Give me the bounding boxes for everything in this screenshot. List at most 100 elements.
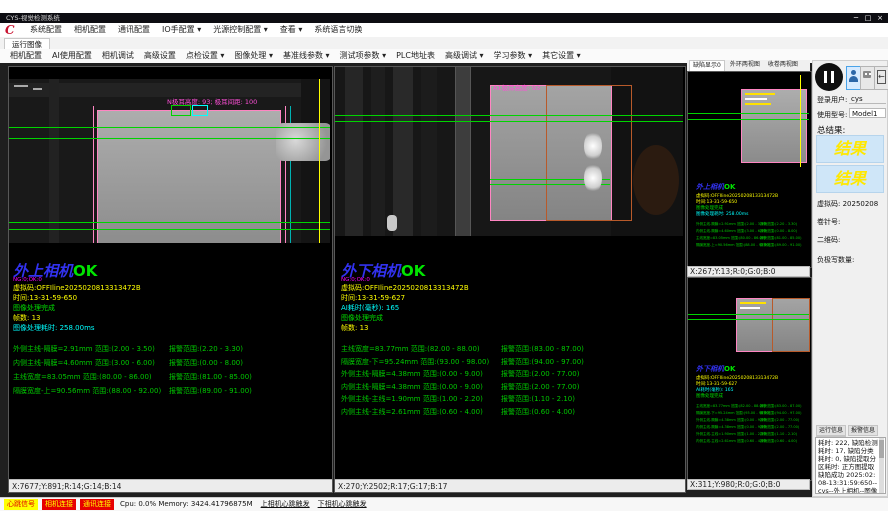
camera1-code: 虚拟码:OFFIline2025020813313472B — [13, 283, 141, 293]
measurement-value: 隔膜宽度-下=95.24mm 范围:(93.00 - 98.00) — [341, 357, 489, 367]
measure-line-green — [9, 138, 330, 139]
tool-baseline-params[interactable]: 基准线参数 ▾ — [283, 49, 330, 63]
measurement-row: 内侧主线-隔膜=4.60mm 范围:(3.00 - 6.00) 报警范围:(0.… — [9, 358, 332, 368]
menu-item-light-config[interactable]: 光源控制配置 ▾ — [213, 23, 268, 37]
preview1-panel[interactable]: 外上相机OK 虚拟码:OFFIline2025020813313472B 时间:… — [687, 71, 812, 268]
menu-item-camera-config[interactable]: 相机配置 — [74, 23, 106, 37]
measurement-value: 外侧主线-隔膜=4.38mm 范围:(0.00 - 9.00) — [341, 369, 483, 379]
roi-box-cyan — [192, 105, 208, 116]
preview2-panel[interactable]: 外下相机OK 虚拟码:OFFIline2025020813313472B 时间:… — [687, 277, 812, 481]
tool-plc-address-table[interactable]: PLC地址表 — [396, 49, 435, 63]
measurement-row: 主线宽度=83.77mm 范围:(82.00 - 88.00) 报警范围:(83… — [335, 344, 685, 354]
preview-tab-outer-views[interactable]: 外环两视图 — [727, 60, 763, 70]
measurement-value: 外侧主线-隔膜=2.91mm 范围:(2.00 - 3.50) — [13, 344, 155, 354]
camera1-done: 图像处理完成 — [13, 303, 55, 313]
menu-item-view[interactable]: 查看 ▾ — [280, 23, 303, 37]
needle-number-label: 卷针号: — [817, 217, 840, 227]
status-bar: 心跳信号 相机连接 通讯连接 Cpu: 0.0% Memory: 3424.41… — [0, 497, 888, 511]
tool-spot-check[interactable]: 点检设置 ▾ — [186, 49, 225, 63]
measurement-alarm-range: 报警范围:(2.00 - 77.00) — [760, 425, 799, 430]
measurement-alarm-range: 报警范围:(1.10 - 2.10) — [501, 394, 575, 404]
preview-tab-rewind-views[interactable]: 收卷两视图 — [765, 60, 801, 70]
lower-camera-heartbeat-link[interactable]: 下相机心跳触发 — [318, 498, 367, 511]
preview-tab-defect-display[interactable]: 缺陷显示0 — [689, 60, 725, 71]
measurement-alarm-range: 报警范围:(2.00 - 77.00) — [760, 418, 799, 423]
minimize-icon[interactable]: ─ — [850, 13, 862, 23]
maximize-icon[interactable]: □ — [862, 13, 874, 23]
result-box-2: 结果 — [816, 165, 884, 193]
menu-item-system-config[interactable]: 系统配置 — [30, 23, 62, 37]
tool-ai-use-config[interactable]: AI使用配置 — [52, 49, 92, 63]
measurement-alarm-range: 报警范围:(83.00 - 87.00) — [760, 404, 801, 409]
camera2-ai-elapsed: AI耗时(毫秒): 165 — [341, 303, 399, 313]
tool-other-settings[interactable]: 其它设置 ▾ — [542, 49, 581, 63]
logout-button[interactable]: ← — [874, 66, 888, 90]
robot-button[interactable] — [860, 66, 875, 90]
measurement-value: 主线宽度=83.05mm 范围:(80.00 - 86.00) — [696, 236, 765, 241]
measurement-row: 外侧主线-隔膜=4.38mm 范围:(0.00 - 9.00) 报警范围:(2.… — [335, 369, 685, 379]
pause-icon — [824, 71, 827, 83]
measure-line-green — [335, 121, 683, 122]
run-log-textbox[interactable]: 耗时: 222, 缺陷检测耗时: 17, 缺陷分类耗时: 0, 缺陷提取分区耗时… — [815, 437, 886, 494]
machine-column — [301, 79, 330, 243]
virtual-code-label: 虚拟码: 20250208 — [817, 199, 878, 209]
qrcode-label: 二维码: — [817, 235, 840, 245]
measurement-alarm-range: 报警范围:(83.00 - 87.00) — [501, 344, 584, 354]
camera2-ok-status: OK — [724, 365, 735, 373]
machine-column — [345, 67, 363, 236]
camera2-pixel-status: X:270;Y:2502;R:17;G:17;B:17 — [335, 479, 685, 492]
measurement-alarm-range: 报警范围:(94.00 - 97.00) — [501, 357, 584, 367]
measurement-alarm-range: 报警范围:(2.00 - 77.00) — [501, 382, 579, 392]
user-icon — [851, 70, 856, 75]
camera-connection-badge: 相机连接 — [42, 499, 76, 510]
menu-item-comm-config[interactable]: 通讯配置 — [118, 23, 150, 37]
machine-highlight — [14, 85, 28, 87]
preview2-title: 外下相机OK — [696, 364, 735, 374]
measurement-alarm-range: 报警范围:(89.00 - 91.00) — [760, 243, 801, 248]
camera2-name: 外下相机 — [696, 365, 724, 373]
mini-text-dash — [745, 98, 767, 100]
camera2-frames: 帧数: 13 — [341, 323, 369, 333]
result-box-1: 结果 — [816, 135, 884, 163]
camera1-frames: 帧数: 13 — [13, 313, 41, 323]
measurement-row: 内侧主线-隔膜=4.38mm 范围:(0.00 - 9.00) 报警范围:(2.… — [335, 382, 685, 392]
tool-advanced-debug[interactable]: 高级调试 ▾ — [445, 49, 484, 63]
machine-column — [371, 67, 385, 236]
menu-bar: C 系统配置 相机配置 通讯配置 IO手配置 ▾ 光源控制配置 ▾ 查看 ▾ 系… — [0, 23, 888, 38]
info-tab-alarm[interactable]: 报警信息 — [848, 425, 878, 436]
measurement-alarm-range: 报警范围:(2.00 - 77.00) — [501, 369, 579, 379]
measurement-alarm-range: 报警范围:(2.20 - 3.30) — [760, 222, 797, 227]
measurement-row: 隔膜宽度-上=90.56mm 范围:(88.00 - 92.00) 报警范围:(… — [9, 386, 332, 396]
measurement-value: 内侧主线-主线=2.61mm 范围:(0.60 - 4.00) — [341, 407, 483, 417]
roi-box-orange-mini — [772, 298, 810, 352]
pause-button[interactable] — [815, 63, 843, 91]
machine-bright-spot — [387, 215, 397, 231]
log-scrollbar-thumb[interactable] — [879, 440, 884, 458]
upper-camera-heartbeat-link[interactable]: 上相机心跳触发 — [261, 498, 310, 511]
log-scrollbar[interactable] — [879, 438, 884, 493]
close-icon[interactable]: × — [874, 13, 886, 23]
camera2-image[interactable]: A1极耳高度: 93 — [335, 67, 683, 236]
cursor-line-yellow — [800, 75, 801, 167]
tool-test-params[interactable]: 测试项参数 ▾ — [340, 49, 387, 63]
preview1-pixel-status: X:267;Y:13;R:0;G:0;B:0 — [687, 266, 810, 277]
model-field[interactable]: Model1 — [849, 108, 886, 118]
cursor-line-yellow — [319, 79, 320, 243]
measurement-alarm-range: 报警范围:(0.60 - 4.00) — [501, 407, 575, 417]
robot-icon — [865, 73, 867, 75]
measurement-value: 主线宽度=83.77mm 范围:(82.00 - 88.00) — [341, 344, 480, 354]
tool-image-processing[interactable]: 图像处理 ▾ — [234, 49, 273, 63]
tool-learning-params[interactable]: 学习参数 ▾ — [494, 49, 533, 63]
tool-camera-config[interactable]: 相机配置 — [10, 49, 42, 63]
preview2-done: 图像处理完成 — [696, 393, 723, 399]
tool-advanced-settings[interactable]: 高级设置 — [144, 49, 176, 63]
menu-item-io-config[interactable]: IO手配置 ▾ — [162, 23, 201, 37]
user-button[interactable] — [846, 66, 861, 90]
robot-icon — [869, 73, 871, 75]
tool-camera-debug[interactable]: 相机调试 — [102, 49, 134, 63]
menu-item-language-switch[interactable]: 系统语言切换 — [314, 23, 362, 37]
camera1-image[interactable]: N极耳高度: 93; 极耳间距: 100 — [9, 79, 330, 243]
film-region — [97, 110, 281, 243]
info-tab-run[interactable]: 运行信息 — [816, 425, 846, 436]
measurement-alarm-range: 报警范围:(81.00 - 85.00) — [169, 372, 252, 382]
